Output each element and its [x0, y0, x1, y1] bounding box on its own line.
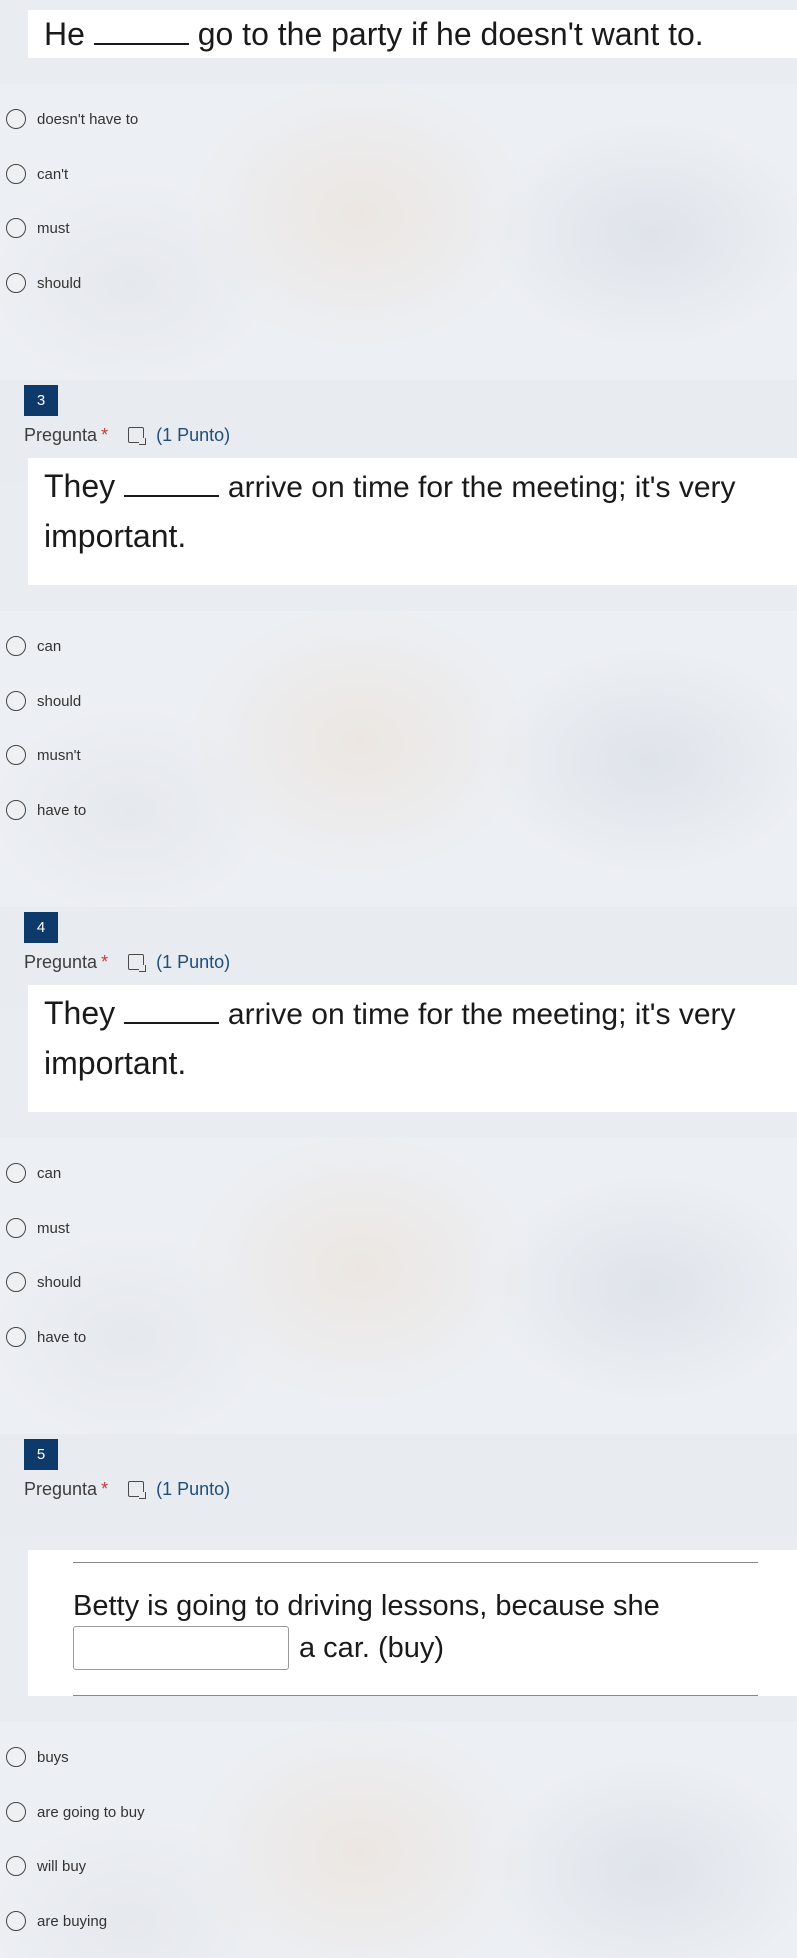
question-2-text: He go to the party if he doesn't want to… [28, 10, 797, 58]
question-3-text: They arrive on time for the meeting; it'… [28, 458, 797, 585]
question-3-text-before: They [44, 468, 116, 504]
question-4-text-line2: important. [44, 1045, 187, 1081]
option-label: buys [37, 1748, 69, 1766]
question-number-badge: 3 [24, 385, 58, 416]
option-label: should [37, 1273, 82, 1291]
question-3-blank [124, 465, 220, 497]
radio-button[interactable] [6, 218, 26, 238]
question-label: Pregunta [24, 1479, 98, 1499]
question-5-option-4[interactable]: are buying [6, 1908, 107, 1934]
option-label: can [37, 637, 62, 655]
radio-button[interactable] [6, 164, 26, 184]
question-2-option-4[interactable]: should [6, 270, 81, 296]
immersive-reader-icon[interactable] [128, 1481, 147, 1499]
question-4-option-2[interactable]: must [6, 1215, 70, 1241]
quiz-page: He go to the party if he doesn't want to… [0, 0, 797, 1958]
radio-button[interactable] [6, 1272, 26, 1292]
option-label: can't [37, 165, 69, 183]
question-4-options: can must should have to [0, 1138, 797, 1434]
required-marker: * [101, 1479, 109, 1499]
radio-button[interactable] [6, 273, 26, 293]
question-3-options: can should musn't have to [0, 611, 797, 907]
question-points: (1 Punto) [156, 1479, 231, 1499]
option-label: musn't [37, 746, 81, 764]
question-meta: Pregunta * (1 Punto) [24, 1474, 230, 1504]
question-3-text-after: arrive on time for the meeting; it's ver… [227, 471, 736, 504]
radio-button[interactable] [6, 109, 26, 129]
question-2-option-3[interactable]: must [6, 215, 70, 241]
divider [73, 1695, 758, 1696]
question-4-blank [124, 992, 220, 1024]
question-4-text: They arrive on time for the meeting; it'… [28, 985, 797, 1112]
option-label: should [37, 274, 82, 292]
question-5-option-2[interactable]: are going to buy [6, 1799, 145, 1825]
question-2-text-after: go to the party if he doesn't want to. [197, 16, 704, 52]
question-4-option-3[interactable]: should [6, 1269, 81, 1295]
question-3-option-2[interactable]: should [6, 688, 81, 714]
question-meta: Pregunta * (1 Punto) [24, 947, 230, 977]
question-number-badge: 4 [24, 912, 58, 943]
question-label: Pregunta [24, 425, 98, 445]
question-5-option-1[interactable]: buys [6, 1744, 69, 1770]
divider [73, 1562, 758, 1563]
question-2-option-2[interactable]: can't [6, 161, 68, 187]
question-5-text: Betty is going to driving lessons, becau… [73, 1590, 660, 1622]
question-meta: Pregunta * (1 Punto) [24, 420, 230, 450]
question-4-text-before: They [44, 995, 116, 1031]
question-2-text-before: He [44, 16, 85, 52]
required-marker: * [101, 425, 109, 445]
option-label: must [37, 1219, 70, 1237]
option-label: should [37, 692, 82, 710]
radio-button[interactable] [6, 691, 26, 711]
option-label: must [37, 219, 70, 237]
radio-button[interactable] [6, 745, 26, 765]
question-5-answer-row: a car. (buy) [73, 1626, 444, 1670]
option-label: doesn't have to [37, 110, 139, 128]
question-3-option-3[interactable]: musn't [6, 742, 81, 768]
question-4-option-1[interactable]: can [6, 1160, 61, 1186]
option-label: can [37, 1164, 62, 1182]
question-4-option-4[interactable]: have to [6, 1324, 86, 1350]
question-points: (1 Punto) [156, 952, 231, 972]
question-5-header: 5 Pregunta * (1 Punto) [0, 1434, 797, 1536]
radio-button[interactable] [6, 1747, 26, 1767]
question-3-option-1[interactable]: can [6, 633, 61, 659]
question-number-badge: 5 [24, 1439, 58, 1470]
option-label: are buying [37, 1912, 108, 1930]
radio-button[interactable] [6, 800, 26, 820]
question-5-card: Betty is going to driving lessons, becau… [28, 1550, 797, 1696]
immersive-reader-icon[interactable] [128, 427, 147, 445]
radio-button[interactable] [6, 1911, 26, 1931]
radio-button[interactable] [6, 1802, 26, 1822]
option-label: have to [37, 801, 87, 819]
question-points: (1 Punto) [156, 425, 231, 445]
radio-button[interactable] [6, 1163, 26, 1183]
question-4-text-after: arrive on time for the meeting; it's ver… [227, 998, 736, 1031]
question-2-options: doesn't have to can't must should [0, 84, 797, 380]
question-2-option-1[interactable]: doesn't have to [6, 106, 138, 132]
radio-button[interactable] [6, 1218, 26, 1238]
question-5-text-after: a car. (buy) [299, 1631, 445, 1664]
question-5-options: buys are going to buy will buy are buyin… [0, 1722, 797, 1958]
question-5-option-3[interactable]: will buy [6, 1853, 86, 1879]
question-3-option-4[interactable]: have to [6, 797, 86, 823]
radio-button[interactable] [6, 1327, 26, 1347]
question-2-blank [93, 13, 189, 45]
radio-button[interactable] [6, 636, 26, 656]
radio-button[interactable] [6, 1856, 26, 1876]
option-label: have to [37, 1328, 87, 1346]
question-label: Pregunta [24, 952, 98, 972]
required-marker: * [101, 952, 109, 972]
immersive-reader-icon[interactable] [128, 954, 147, 972]
question-3-text-line2: important. [44, 518, 187, 554]
option-label: will buy [37, 1857, 87, 1875]
answer-text-box[interactable] [73, 1626, 289, 1670]
option-label: are going to buy [37, 1803, 145, 1821]
